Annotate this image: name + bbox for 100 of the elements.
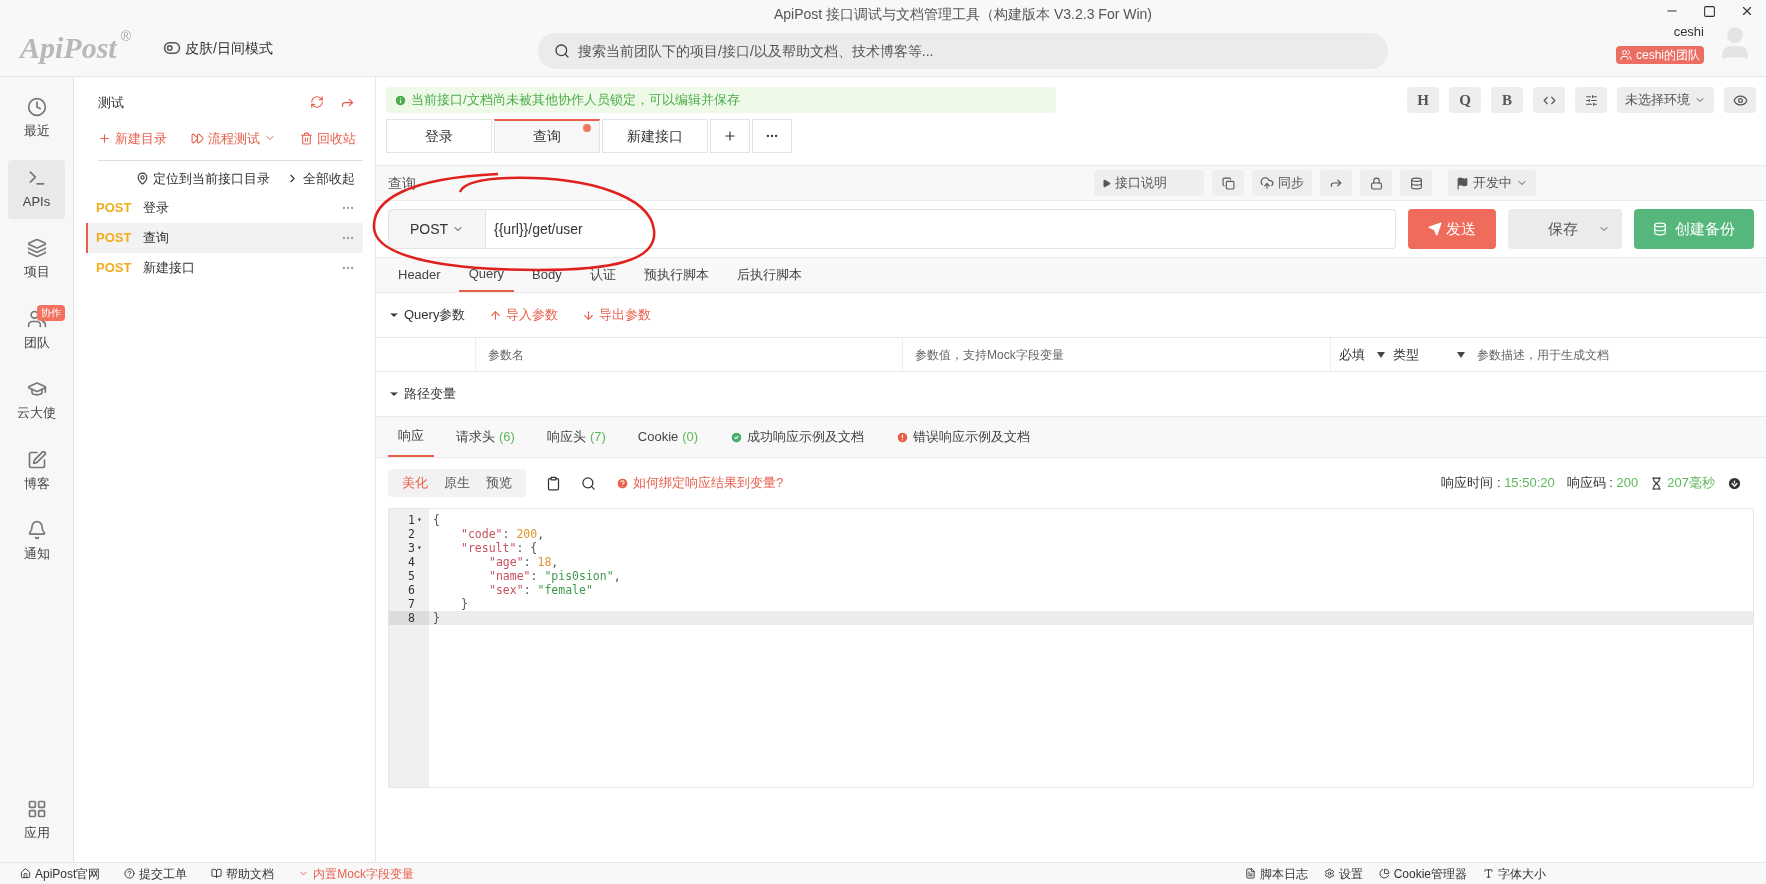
doc-button[interactable]: 接口说明	[1094, 170, 1204, 196]
section-tab[interactable]: Header	[388, 258, 451, 292]
close-icon[interactable]	[1740, 4, 1754, 18]
status-select[interactable]: 开发中	[1448, 170, 1536, 196]
status-link[interactable]: 脚本日志	[1244, 864, 1308, 883]
item-name: 查询	[143, 228, 171, 247]
add-tab-button[interactable]	[710, 119, 750, 153]
clipboard-icon[interactable]	[546, 475, 561, 491]
download-icon[interactable]	[1727, 475, 1742, 491]
format-button[interactable]: Q	[1449, 87, 1481, 113]
response-tab[interactable]: 响应头 (7)	[536, 417, 616, 457]
status-link[interactable]: 设置	[1323, 864, 1363, 883]
code-line: "age": 18,	[488, 555, 560, 569]
status-link[interactable]: Cookie管理器	[1378, 864, 1467, 883]
tree-action[interactable]: 新建目录	[98, 128, 167, 148]
status-link[interactable]: 帮助文档	[211, 864, 275, 883]
status-link[interactable]: 提交工单	[124, 864, 188, 883]
lock-button[interactable]	[1360, 170, 1392, 196]
caret-icon	[1457, 351, 1465, 358]
item-name: 新建接口	[143, 258, 197, 277]
view-mode-tab[interactable]: 预览	[480, 473, 518, 493]
plus-icon	[723, 129, 737, 143]
collapse-link[interactable]: 全部收起	[286, 169, 355, 189]
tree-item[interactable]: POST 查询	[86, 222, 363, 253]
export-link[interactable]: 导出参数	[582, 305, 652, 325]
request-tab[interactable]: 新建接口	[602, 119, 708, 153]
sidebar-item[interactable]: 协作 团队	[8, 300, 65, 360]
theme-toggle[interactable]: 皮肤/日间模式	[163, 37, 273, 59]
type-select[interactable]: 类型	[1385, 338, 1465, 371]
settings-icon	[1323, 868, 1335, 879]
line-number: 6	[407, 583, 416, 597]
save-split-button[interactable]: 保存	[1508, 209, 1622, 249]
status-link[interactable]: ApiPost官网	[20, 864, 101, 883]
response-code: 响应码 : 200	[1566, 474, 1639, 493]
response-tab[interactable]: 错误响应示例及文档	[886, 417, 1041, 457]
sync-button[interactable]: 同步	[1252, 170, 1312, 196]
param-description-field[interactable]: 参数描述，用于生成文档	[1465, 338, 1766, 371]
response-tab[interactable]: 请求头 (6)	[446, 417, 525, 457]
search-icon[interactable]	[581, 475, 596, 491]
window-title: ApiPost 接口调试与文档管理工具（构建版本 V3.2.3 For Win)	[773, 5, 1153, 24]
param-name-field[interactable]: 参数名	[476, 338, 903, 371]
sidebar-item[interactable]: 通知	[8, 512, 65, 572]
required-select[interactable]: 必填	[1331, 338, 1385, 371]
search-field[interactable]: 搜索当前团队下的项目/接口/以及帮助文档、技术博客等...	[538, 33, 1388, 69]
tree-item[interactable]: POST 登录	[86, 192, 363, 223]
line-number: 5	[407, 569, 416, 583]
sidebar-item[interactable]: 博客	[8, 441, 65, 501]
bell-icon	[26, 520, 47, 540]
maximize-icon[interactable]	[1703, 4, 1716, 18]
param-value-field[interactable]: 参数值，支持Mock字段变量	[903, 338, 1331, 371]
copy-icon	[1221, 176, 1235, 190]
request-tab[interactable]: 查询	[494, 119, 600, 153]
format-button[interactable]: B	[1491, 87, 1523, 113]
response-tab[interactable]: 响应	[388, 417, 434, 457]
response-tab[interactable]: Cookie (0)	[627, 417, 709, 457]
share-button[interactable]	[1320, 170, 1352, 196]
method-select[interactable]: POST	[388, 209, 486, 249]
preview-button[interactable]	[1724, 87, 1756, 113]
user-name: ceshi	[1673, 23, 1704, 41]
view-mode-tab[interactable]: 原生	[438, 473, 476, 493]
path-vars-toggle[interactable]: 路径变量	[388, 384, 456, 404]
sidebar-item[interactable]: 应用	[8, 790, 65, 850]
trash-icon	[300, 131, 313, 145]
edit-icon	[26, 449, 47, 470]
alert-circle-icon	[896, 430, 910, 444]
item-name: 登录	[143, 198, 171, 217]
graduation-cap-icon	[26, 379, 47, 399]
locate-link[interactable]: 定位到当前接口目录	[136, 169, 270, 189]
environment-select[interactable]: 未选择环境	[1617, 87, 1714, 113]
section-tab[interactable]: 后执行脚本	[726, 258, 812, 292]
section-tab[interactable]: 认证	[579, 258, 626, 292]
tree-action[interactable]: 回收站	[300, 128, 356, 148]
sidebar-item[interactable]: 最近	[8, 89, 65, 149]
toggle-icon	[163, 39, 181, 57]
status-link[interactable]: 字体大小	[1483, 864, 1546, 883]
format-button[interactable]: H	[1407, 87, 1439, 113]
sidebar-item[interactable]: 云大使	[8, 371, 65, 431]
database-button[interactable]	[1400, 170, 1432, 196]
url-field[interactable]: {{url}}/get/user	[486, 209, 1396, 249]
refresh-icon[interactable]	[310, 95, 324, 110]
section-tab[interactable]: 预执行脚本	[633, 258, 719, 292]
sidebar-item[interactable]: 项目	[8, 230, 65, 290]
query-section-toggle[interactable]: Query参数	[388, 305, 466, 325]
sidebar-item[interactable]: APIs	[8, 159, 65, 219]
response-tab[interactable]: 成功响应示例及文档	[720, 417, 875, 457]
code-line: "sex": "female"	[488, 583, 594, 597]
fold-marker[interactable]: ▾	[417, 513, 425, 527]
import-link[interactable]: 导入参数	[489, 305, 559, 325]
fold-marker[interactable]: ▾	[417, 541, 425, 555]
help-link[interactable]: 如何绑定响应结果到变量?	[616, 473, 784, 493]
tree-action[interactable]: 流程测试	[191, 128, 276, 148]
copy-button[interactable]	[1212, 170, 1244, 196]
request-tab[interactable]: 登录	[386, 119, 492, 153]
code-button[interactable]	[1533, 87, 1565, 113]
line-number: 2	[407, 527, 416, 541]
database-icon	[1409, 176, 1423, 190]
save-label[interactable]: 保存	[1520, 217, 1578, 241]
section-tab[interactable]: Query	[458, 258, 515, 292]
settings-button[interactable]	[1575, 87, 1607, 113]
tree-item[interactable]: POST 新建接口	[86, 252, 363, 283]
